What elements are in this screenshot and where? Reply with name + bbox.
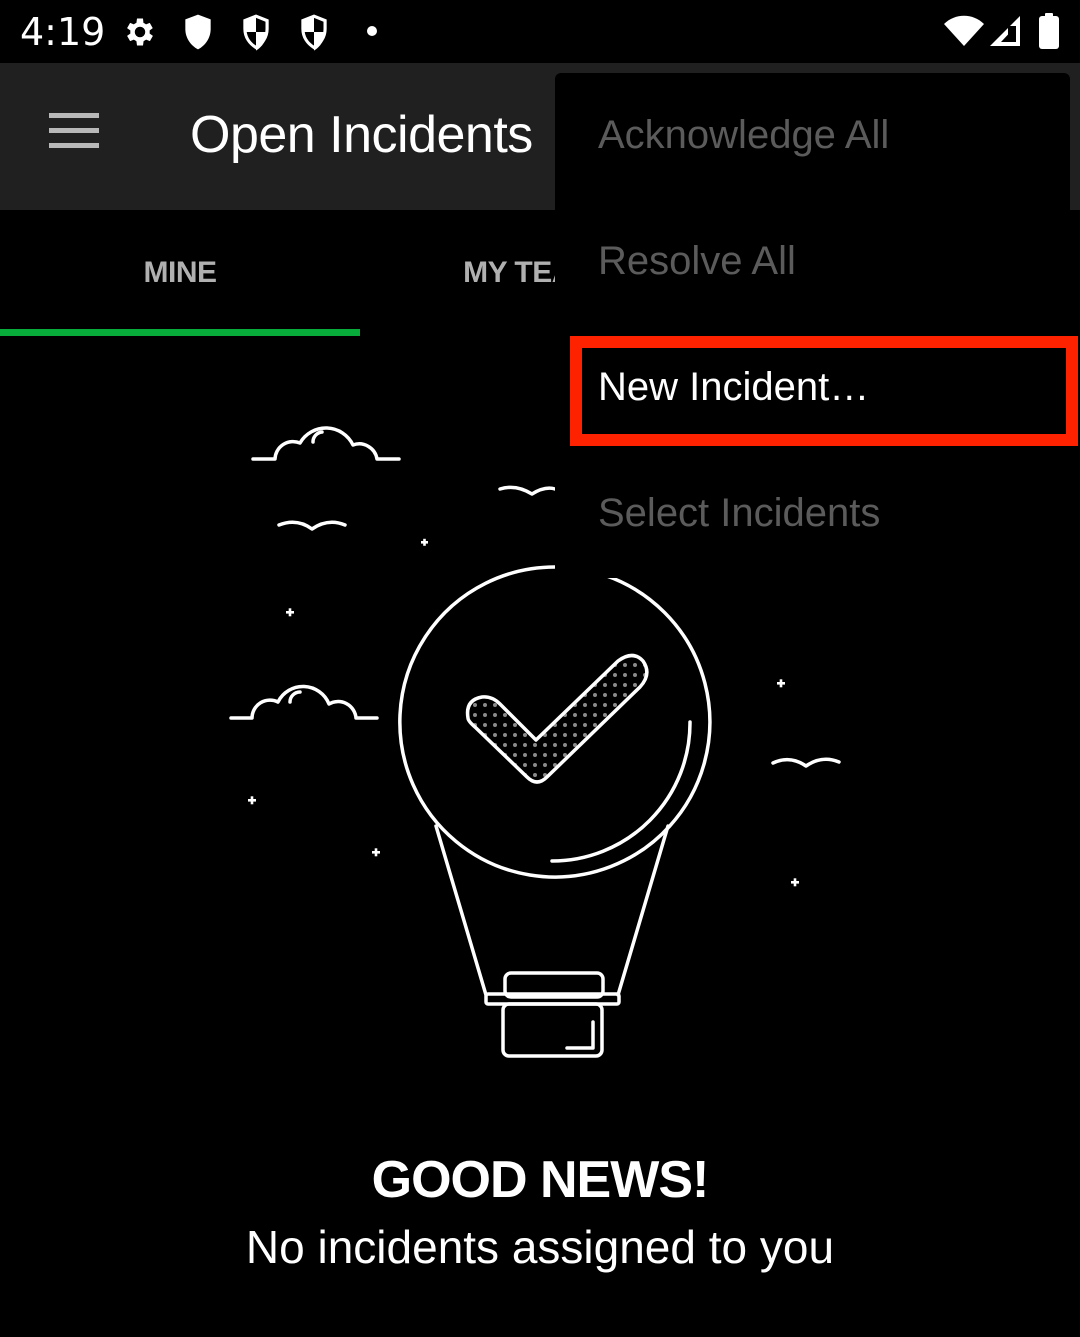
cellular-signal-icon: [988, 14, 1022, 48]
wifi-icon: [944, 14, 984, 48]
checkmark-icon: [465, 653, 649, 784]
sparkle-icon: [286, 608, 294, 617]
hamburger-menu-icon: [36, 113, 112, 149]
empty-state-title: GOOD NEWS!: [371, 1151, 710, 1209]
status-time: 4:19: [20, 10, 106, 54]
sparkle-icon: [777, 679, 785, 688]
status-bar: 4:19: [0, 0, 1080, 63]
menu-item-resolve-all[interactable]: Resolve All: [555, 199, 1070, 325]
shield-icon: [182, 13, 214, 51]
menu-item-acknowledge-all[interactable]: Acknowledge All: [555, 73, 1070, 199]
tab-mine[interactable]: MINE: [0, 210, 360, 336]
menu-item-label: New Incident…: [598, 365, 870, 409]
cloud-icon: [251, 426, 401, 461]
selected-tab-indicator: [0, 329, 360, 336]
bird-icon: [771, 757, 841, 768]
sparkle-icon: [791, 878, 799, 887]
screen: 4:19 Open Incidents MINE MY TEAMS GOOD N…: [0, 0, 1080, 1337]
vpn-shield-icon: [240, 13, 272, 51]
page-title: Open Incidents: [190, 106, 533, 164]
sparkle-icon: [372, 848, 380, 857]
menu-item-select-incidents[interactable]: Select Incidents: [555, 451, 1070, 577]
battery-icon: [1038, 13, 1060, 49]
menu-item-new-incident[interactable]: New Incident…: [555, 325, 1070, 451]
menu-item-label: Resolve All: [598, 239, 796, 283]
tab-mine-label: MINE: [143, 256, 218, 289]
sparkle-icon: [421, 538, 428, 546]
vpn-shield-icon: [298, 13, 330, 51]
bird-icon: [277, 520, 347, 531]
settings-gear-icon: [122, 14, 158, 50]
notification-dot-icon: [366, 25, 378, 37]
cloud-icon: [229, 684, 379, 720]
navigation-menu-button[interactable]: [36, 103, 112, 169]
menu-item-label: Acknowledge All: [598, 113, 890, 157]
empty-state-subtitle: No incidents assigned to you: [245, 1221, 835, 1273]
sparkle-icon: [248, 796, 256, 805]
overflow-menu: Acknowledge All Resolve All New Incident…: [555, 73, 1070, 578]
bird-icon: [498, 485, 557, 496]
menu-item-label: Select Incidents: [598, 491, 881, 535]
